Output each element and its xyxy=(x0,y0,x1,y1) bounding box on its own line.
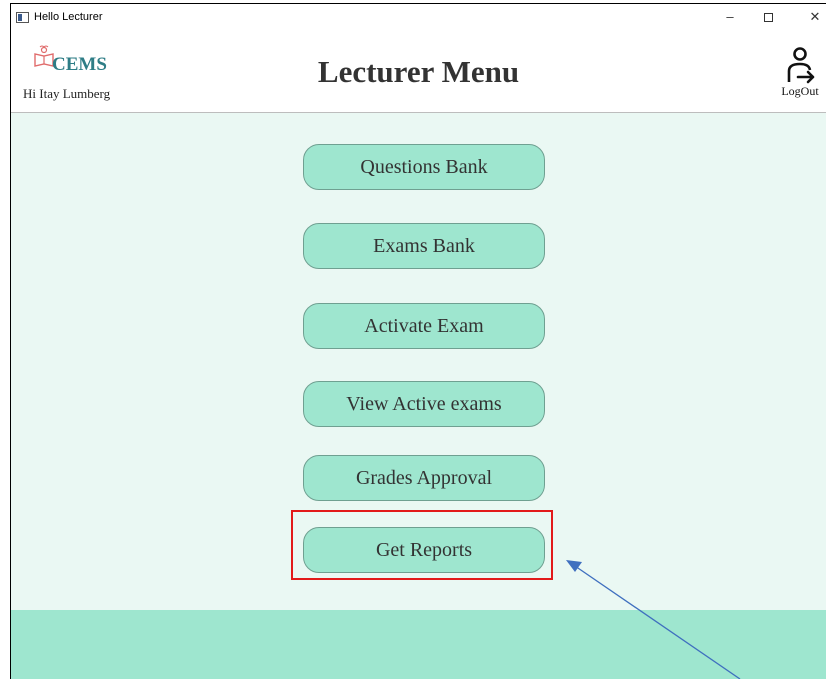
logout-person-icon xyxy=(787,47,815,84)
page-title: Lecturer Menu xyxy=(317,54,520,89)
minimize-button[interactable]: – xyxy=(716,7,744,27)
app-window-icon xyxy=(16,12,29,23)
grades-approval-button[interactable]: Grades Approval xyxy=(303,455,545,501)
main-menu-area: Questions Bank Exams Bank Activate Exam … xyxy=(11,113,826,610)
maximize-icon xyxy=(763,13,773,23)
logout-button[interactable]: LogOut xyxy=(777,46,823,106)
exams-bank-button[interactable]: Exams Bank xyxy=(303,223,545,269)
get-reports-highlight-box xyxy=(291,510,553,580)
activate-exam-button[interactable]: Activate Exam xyxy=(303,303,545,349)
close-window-button[interactable]: ✕ xyxy=(801,7,826,27)
questions-bank-button[interactable]: Questions Bank xyxy=(303,144,545,190)
footer-band xyxy=(11,610,826,679)
app-header: CEMS Hi Itay Lumberg Lecturer Menu LogOu… xyxy=(11,30,826,113)
app-window: Hello Lecturer – ✕ CEMS Hi Itay Lumberg … xyxy=(10,3,826,679)
title-bar: Hello Lecturer – ✕ xyxy=(11,4,826,30)
window-title: Hello Lecturer xyxy=(34,11,103,23)
logout-label: LogOut xyxy=(781,84,819,98)
view-active-exams-button[interactable]: View Active exams xyxy=(303,381,545,427)
maximize-button[interactable] xyxy=(754,7,782,27)
